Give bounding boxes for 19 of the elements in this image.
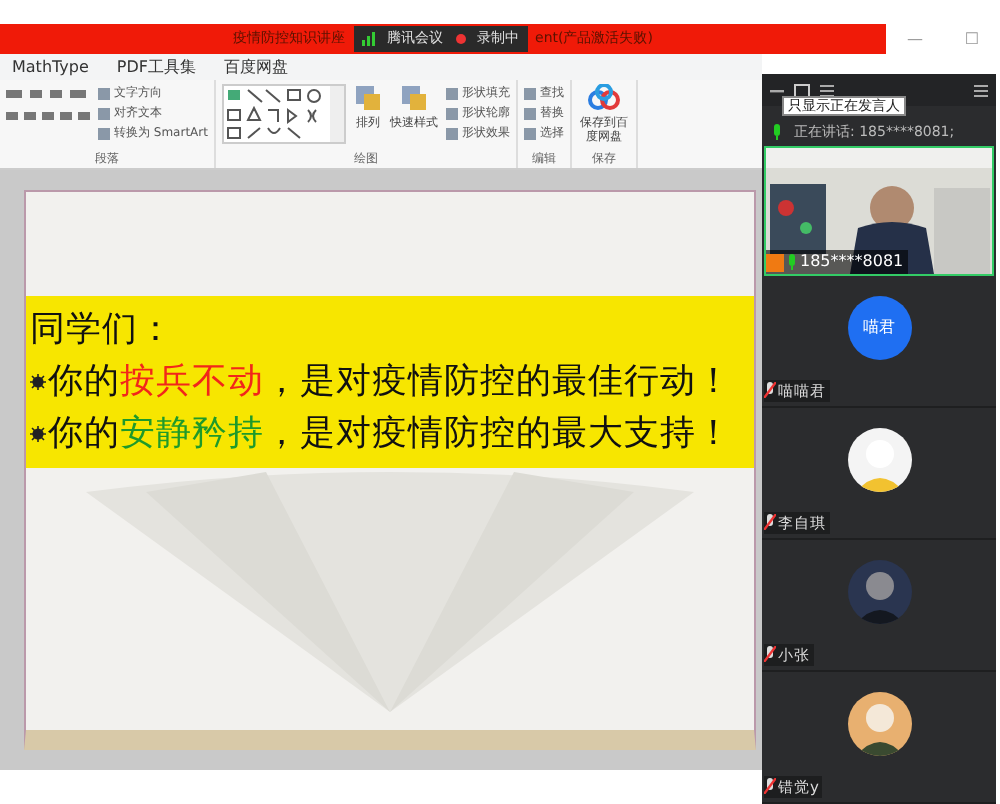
bullet-icon [30, 426, 46, 442]
participant-name: 185****8081 [800, 250, 904, 274]
menu-icon [974, 83, 988, 97]
ribbon-tool-icon [353, 84, 382, 112]
paragraph-tools-icon [6, 84, 90, 120]
menu-item[interactable]: PDF工具集 [116, 55, 196, 79]
ribbon-tool-icon [399, 84, 428, 112]
signal-icon [361, 32, 376, 46]
slide-heading: 同学们： [30, 308, 176, 354]
cloud-icon [587, 84, 620, 112]
bullet-icon [30, 374, 46, 390]
microphone-icon [772, 124, 782, 140]
menu-item[interactable]: MathType [12, 55, 89, 79]
bullet-text: 你的安静矜持，是对疫情防控的最大支持！ [48, 412, 732, 458]
bullet-text: 你的按兵不动，是对疫情防控的最佳行动！ [48, 360, 732, 406]
list-icon [820, 83, 834, 97]
menu-item[interactable]: 百度网盘 [223, 55, 288, 79]
avatar: 喵君 [847, 296, 911, 360]
record-dot-icon [455, 34, 466, 44]
